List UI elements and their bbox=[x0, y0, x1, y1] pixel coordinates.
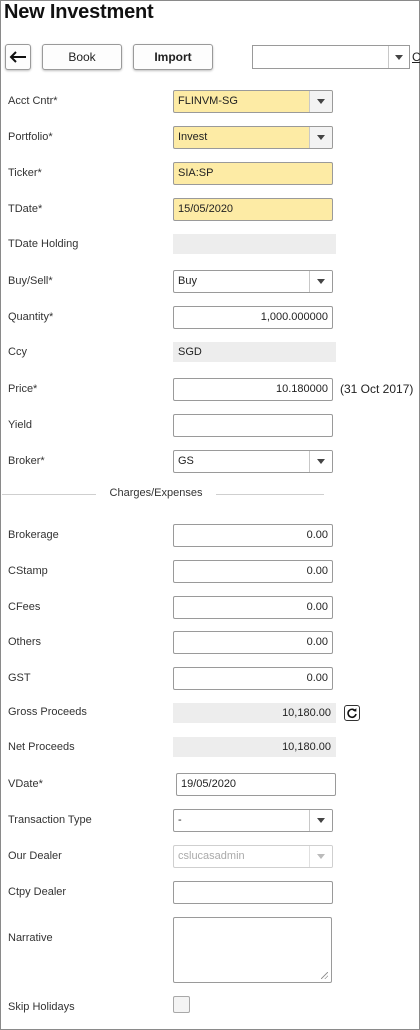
back-button[interactable] bbox=[5, 44, 31, 70]
tdate-label: TDate* bbox=[8, 203, 43, 215]
resize-grip-icon[interactable] bbox=[321, 972, 328, 979]
gst-input[interactable]: 0.00 bbox=[173, 667, 333, 690]
buy-sell-select[interactable]: Buy bbox=[173, 270, 333, 293]
cstamp-row: CStamp 0.00 bbox=[0, 560, 420, 584]
tdate-holding-row: TDate Holding bbox=[0, 233, 420, 257]
broker-label: Broker* bbox=[8, 455, 45, 467]
portfolio-row: Portfolio* Invest bbox=[0, 126, 420, 150]
cfees-input[interactable]: 0.00 bbox=[173, 596, 333, 619]
arrow-left-icon bbox=[9, 51, 26, 63]
narrative-textarea[interactable] bbox=[173, 917, 332, 983]
net-proceeds-row: Net Proceeds 10,180.00 bbox=[0, 736, 420, 760]
acct-cntr-label: Acct Cntr* bbox=[8, 95, 58, 107]
cstamp-input[interactable]: 0.00 bbox=[173, 560, 333, 583]
book-button[interactable]: Book bbox=[42, 44, 122, 70]
cstamp-label: CStamp bbox=[8, 565, 48, 577]
vdate-label: VDate* bbox=[8, 778, 43, 790]
broker-row: Broker* GS bbox=[0, 450, 420, 474]
transaction-type-label: Transaction Type bbox=[8, 814, 92, 826]
ccy-row: Ccy SGD bbox=[0, 341, 420, 365]
ctpy-dealer-input[interactable] bbox=[173, 881, 333, 904]
chevron-down-icon bbox=[309, 127, 332, 148]
gross-proceeds-label: Gross Proceeds bbox=[8, 706, 87, 718]
buy-sell-value: Buy bbox=[178, 275, 197, 287]
gst-label: GST bbox=[8, 672, 31, 684]
skip-holidays-label: Skip Holidays bbox=[8, 1001, 75, 1013]
acct-cntr-row: Acct Cntr* FLINVM-SG bbox=[0, 90, 420, 114]
price-date-note: (31 Oct 2017) bbox=[340, 382, 414, 396]
chevron-down-icon bbox=[309, 846, 332, 867]
skip-holidays-row: Skip Holidays bbox=[0, 996, 420, 1020]
toolbar-select[interactable] bbox=[252, 45, 410, 69]
our-dealer-value: cslucasadmin bbox=[178, 850, 245, 862]
our-dealer-row: Our Dealer cslucasadmin bbox=[0, 845, 420, 869]
skip-holidays-checkbox[interactable] bbox=[173, 996, 190, 1013]
buy-sell-row: Buy/Sell* Buy bbox=[0, 270, 420, 294]
quantity-label: Quantity* bbox=[8, 311, 54, 323]
chevron-down-icon bbox=[388, 46, 409, 68]
window-frame bbox=[0, 0, 420, 1030]
acct-cntr-select[interactable]: FLINVM-SG bbox=[173, 90, 333, 113]
import-button[interactable]: Import bbox=[133, 44, 213, 70]
yield-label: Yield bbox=[8, 419, 33, 431]
price-label: Price* bbox=[8, 383, 38, 395]
narrative-label: Narrative bbox=[8, 932, 53, 944]
our-dealer-label: Our Dealer bbox=[8, 850, 62, 862]
portfolio-value: Invest bbox=[178, 131, 208, 143]
net-proceeds-label: Net Proceeds bbox=[8, 741, 75, 753]
ccy-label: Ccy bbox=[8, 346, 27, 358]
refresh-icon bbox=[347, 708, 357, 718]
gross-proceeds-value: 10,180.00 bbox=[173, 703, 336, 723]
chevron-down-icon bbox=[309, 810, 332, 831]
brokerage-row: Brokerage 0.00 bbox=[0, 524, 420, 548]
broker-value: GS bbox=[178, 455, 194, 467]
portfolio-select[interactable]: Invest bbox=[173, 126, 333, 149]
net-proceeds-value: 10,180.00 bbox=[173, 737, 336, 757]
buy-sell-label: Buy/Sell* bbox=[8, 275, 53, 287]
page-title: New Investment bbox=[4, 1, 154, 23]
transaction-type-select[interactable]: - bbox=[173, 809, 333, 832]
brokerage-input[interactable]: 0.00 bbox=[173, 524, 333, 547]
gst-row: GST 0.00 bbox=[0, 667, 420, 691]
yield-row: Yield bbox=[0, 414, 420, 438]
others-input[interactable]: 0.00 bbox=[173, 631, 333, 654]
transaction-type-row: Transaction Type - bbox=[0, 809, 420, 833]
ticker-row: Ticker* SIA:SP bbox=[0, 162, 420, 186]
chevron-down-icon bbox=[309, 91, 332, 112]
brokerage-label: Brokerage bbox=[8, 529, 59, 541]
vdate-input[interactable]: 19/05/2020 bbox=[176, 773, 336, 796]
tdate-input[interactable]: 15/05/2020 bbox=[173, 198, 333, 221]
refresh-button[interactable] bbox=[344, 705, 360, 721]
ctpy-dealer-row: Ctpy Dealer bbox=[0, 881, 420, 905]
broker-select[interactable]: GS bbox=[173, 450, 333, 473]
toolbar-link[interactable]: C bbox=[412, 50, 420, 64]
quantity-row: Quantity* 1,000.000000 bbox=[0, 306, 420, 330]
chevron-down-icon bbox=[309, 451, 332, 472]
others-row: Others 0.00 bbox=[0, 631, 420, 655]
cfees-row: CFees 0.00 bbox=[0, 596, 420, 620]
tdate-row: TDate* 15/05/2020 bbox=[0, 198, 420, 222]
acct-cntr-value: FLINVM-SG bbox=[178, 95, 238, 107]
ticker-input[interactable]: SIA:SP bbox=[173, 162, 333, 185]
others-label: Others bbox=[8, 636, 42, 648]
ticker-label: Ticker* bbox=[8, 167, 42, 179]
ctpy-dealer-label: Ctpy Dealer bbox=[8, 886, 67, 898]
ccy-value: SGD bbox=[173, 342, 336, 362]
transaction-type-value: - bbox=[178, 814, 182, 826]
portfolio-label: Portfolio* bbox=[8, 131, 53, 143]
vdate-row: VDate* 19/05/2020 bbox=[0, 773, 420, 797]
tdate-holding-label: TDate Holding bbox=[8, 238, 79, 250]
charges-section-title: Charges/Expenses bbox=[109, 487, 203, 499]
tdate-holding-value bbox=[173, 234, 336, 254]
chevron-down-icon bbox=[309, 271, 332, 292]
price-input[interactable]: 10.180000 bbox=[173, 378, 333, 401]
section-divider-right bbox=[216, 494, 324, 495]
quantity-input[interactable]: 1,000.000000 bbox=[173, 306, 333, 329]
yield-input[interactable] bbox=[173, 414, 333, 437]
cfees-label: CFees bbox=[8, 601, 41, 613]
our-dealer-select: cslucasadmin bbox=[173, 845, 333, 868]
